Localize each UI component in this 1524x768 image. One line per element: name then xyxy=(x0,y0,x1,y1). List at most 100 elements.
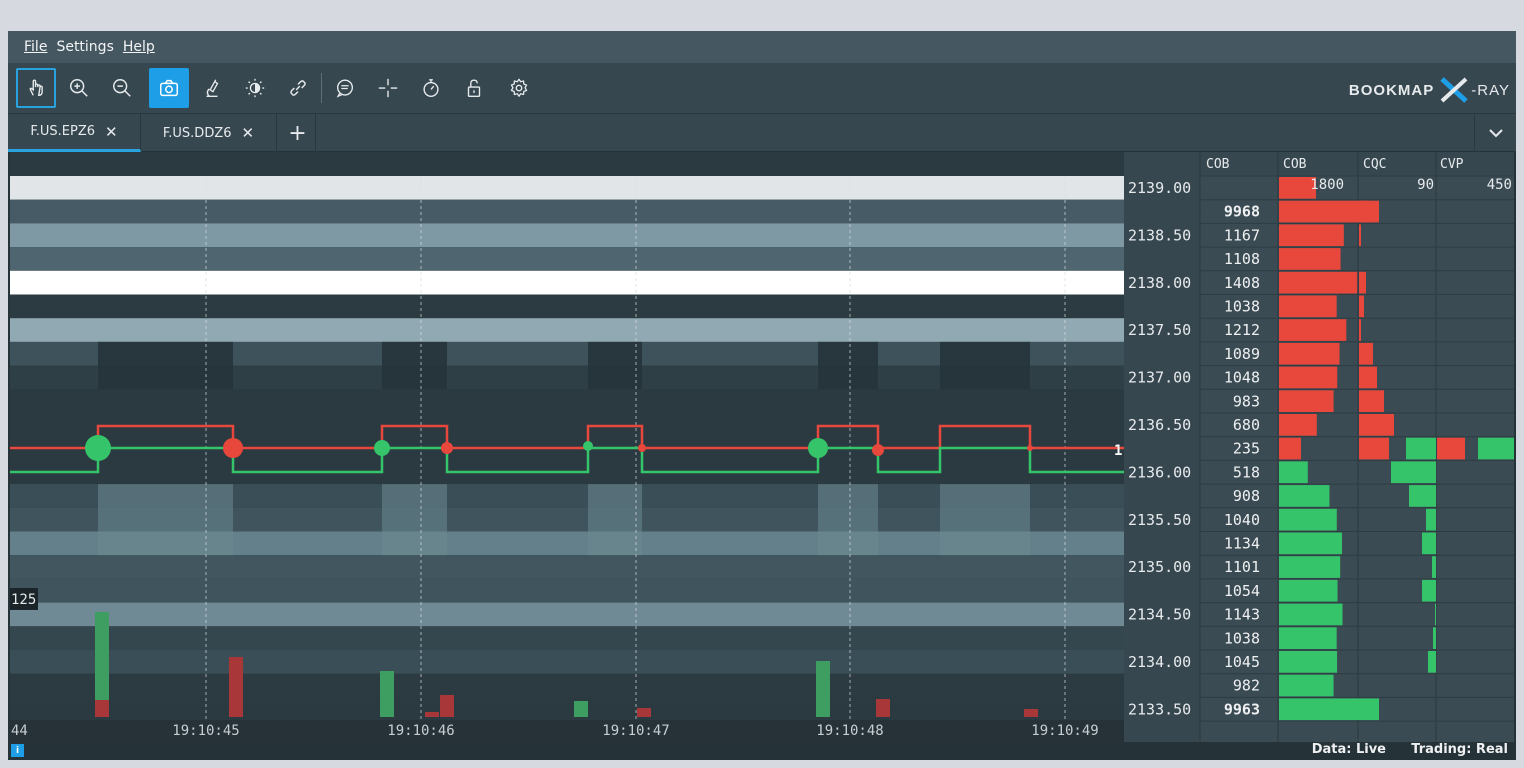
chat-icon xyxy=(336,79,354,98)
stopwatch-button[interactable] xyxy=(411,68,451,108)
tab-f-us-ddz6[interactable]: F.US.DDZ6 ✕ xyxy=(141,114,277,152)
heatmap-svg[interactable]: 125 1 44 19:10:45 19:10:46 19:10:47 19:10:4… xyxy=(10,152,1514,742)
crosshair-button[interactable] xyxy=(368,68,408,108)
time-tick-label: 19:10:45 xyxy=(172,723,239,739)
cob-bar xyxy=(1279,508,1337,531)
cob-bar xyxy=(1279,485,1330,507)
price-label: 2137.50 xyxy=(1128,321,1191,339)
heatmap-band xyxy=(10,578,1124,603)
tab-label: F.US.DDZ6 xyxy=(162,125,232,141)
heatmap-band xyxy=(10,673,1124,698)
volume-bar xyxy=(574,701,588,717)
cob-bar xyxy=(1279,224,1344,247)
cqc-scale-value: 90 xyxy=(1417,177,1434,193)
heatmap-band xyxy=(10,318,1124,342)
hand-tool-button[interactable] xyxy=(16,68,56,108)
cqc-bar xyxy=(1422,579,1436,602)
volume-bar xyxy=(95,700,109,717)
plus-icon: + xyxy=(288,120,307,146)
cqc-bar xyxy=(1359,390,1384,412)
lock-button[interactable] xyxy=(454,68,494,108)
tabs-dropdown-button[interactable] xyxy=(1474,114,1516,152)
tab-f-us-epz6[interactable]: F.US.EPZ6 ✕ xyxy=(8,114,141,152)
microscope-button[interactable] xyxy=(192,68,232,108)
trade-dot xyxy=(638,444,646,452)
zoom-out-button[interactable] xyxy=(102,68,142,108)
price-label: 2135.50 xyxy=(1128,511,1191,529)
add-tab-button[interactable]: + xyxy=(280,114,316,152)
heatmap-band xyxy=(10,602,1124,627)
price-label: 2138.00 xyxy=(1128,274,1191,292)
brightness-button[interactable] xyxy=(235,68,275,108)
volume-bar xyxy=(876,699,890,717)
menu-file[interactable]: File xyxy=(24,39,47,55)
info-icon[interactable]: i xyxy=(11,744,24,757)
link-button[interactable] xyxy=(278,68,318,108)
cqc-bar xyxy=(1359,271,1366,294)
cqc-bar xyxy=(1359,437,1389,460)
link-icon xyxy=(290,80,306,96)
price-label: 2134.00 xyxy=(1128,653,1191,671)
cob-value-label: 9963 xyxy=(1224,700,1260,718)
heatmap-band xyxy=(10,270,1124,295)
chat-button[interactable] xyxy=(325,68,365,108)
heatmap-band xyxy=(10,555,1124,579)
heatmap-band xyxy=(10,247,1124,271)
volume-bar xyxy=(637,708,651,717)
logo-x-mark xyxy=(1440,77,1468,103)
price-label: 2136.50 xyxy=(1128,416,1191,434)
menu-settings[interactable]: Settings xyxy=(56,39,113,55)
heatmap-light-segment xyxy=(98,484,233,556)
cob-bar xyxy=(1279,437,1301,460)
zoom-out-icon xyxy=(113,79,131,97)
header-cob-2: COB xyxy=(1283,157,1307,172)
gear-icon xyxy=(510,78,528,97)
trade-dot xyxy=(808,438,828,458)
header-cqc: CQC xyxy=(1363,157,1386,172)
heatmap-dark-segment xyxy=(818,341,878,390)
price-label: 2133.50 xyxy=(1128,700,1191,718)
zoom-in-button[interactable] xyxy=(59,68,99,108)
heatmap-light-segment xyxy=(382,484,447,556)
price-label: 2139.00 xyxy=(1128,179,1191,197)
logo-text-bookmap: BOOKMAP xyxy=(1348,81,1435,99)
toolbar-separator xyxy=(321,73,322,103)
heatmap-chart-area[interactable]: 125 1 44 19:10:45 19:10:46 19:10:47 19:10:4… xyxy=(10,152,1514,742)
cqc-bar xyxy=(1359,295,1364,318)
price-label: 2138.50 xyxy=(1128,226,1191,244)
settings-button[interactable] xyxy=(499,68,539,108)
cob-value-label: 235 xyxy=(1233,440,1260,458)
cob-value-label: 1038 xyxy=(1224,629,1260,647)
heatmap-band xyxy=(10,294,1124,319)
close-icon[interactable]: ✕ xyxy=(242,124,255,142)
cob-bar xyxy=(1279,556,1341,578)
price-label: 2134.50 xyxy=(1128,606,1191,624)
snapshot-button[interactable] xyxy=(149,68,189,108)
cqc-bar xyxy=(1359,366,1377,389)
zoom-in-icon xyxy=(70,79,88,97)
close-icon[interactable]: ✕ xyxy=(105,123,118,141)
cob-bar xyxy=(1279,532,1342,555)
cqc-bar xyxy=(1359,319,1361,341)
cob-bar xyxy=(1279,390,1334,412)
heatmap-light-segment xyxy=(818,484,878,556)
heatmap-light-segment xyxy=(940,484,1030,556)
cvp-scale-value: 450 xyxy=(1487,177,1512,193)
cob-value-label: 1054 xyxy=(1224,582,1260,600)
menu-help[interactable]: Help xyxy=(123,39,155,55)
microscope-icon xyxy=(206,79,219,97)
bookmap-xray-logo: BOOKMAP -RAY xyxy=(1349,77,1510,103)
cqc-bar xyxy=(1359,200,1367,223)
lock-icon xyxy=(467,79,481,97)
logo-text-xray: -RAY xyxy=(1471,81,1510,99)
cob-bar xyxy=(1279,603,1343,626)
hand-icon xyxy=(29,79,43,97)
cqc-bar xyxy=(1422,532,1436,555)
cqc-bar xyxy=(1432,556,1436,578)
trade-dot xyxy=(583,441,593,451)
status-trading-real: Trading: Real xyxy=(1411,742,1508,757)
cvp-bar xyxy=(1437,437,1465,460)
brightness-icon xyxy=(245,78,265,98)
tab-label: F.US.EPZ6 xyxy=(30,124,96,139)
cob-bar xyxy=(1279,271,1358,294)
